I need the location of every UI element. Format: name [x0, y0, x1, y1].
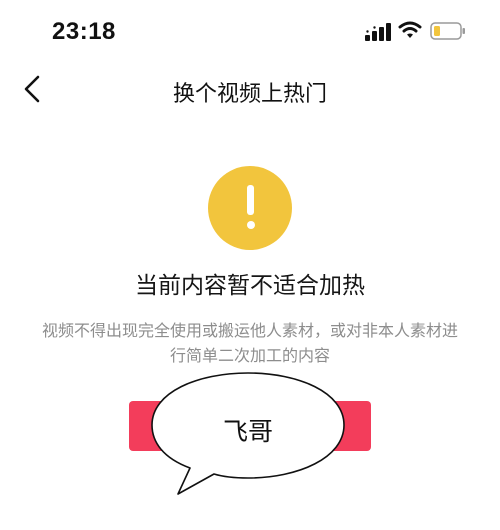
status-bar: 23:18: [0, 0, 500, 60]
exclamation-dot: [246, 221, 255, 229]
exclamation-bar: [247, 185, 254, 215]
nav-bar: 换个视频上热门: [0, 62, 500, 118]
wifi-icon: [398, 21, 422, 38]
notice-description: 视频不得出现完全使用或搬运他人素材，或对非本人素材进行简单二次加工的内容: [41, 321, 458, 365]
page-title: 换个视频上热门: [172, 82, 327, 107]
bubble-text: 飞哥: [222, 417, 273, 446]
battery-icon: [430, 22, 465, 40]
exclamation-icon: [208, 166, 292, 250]
notice-headline: 当前内容暂不适合加热: [135, 273, 365, 299]
signal-icon: [365, 23, 391, 41]
status-time: 23:18: [52, 18, 116, 45]
